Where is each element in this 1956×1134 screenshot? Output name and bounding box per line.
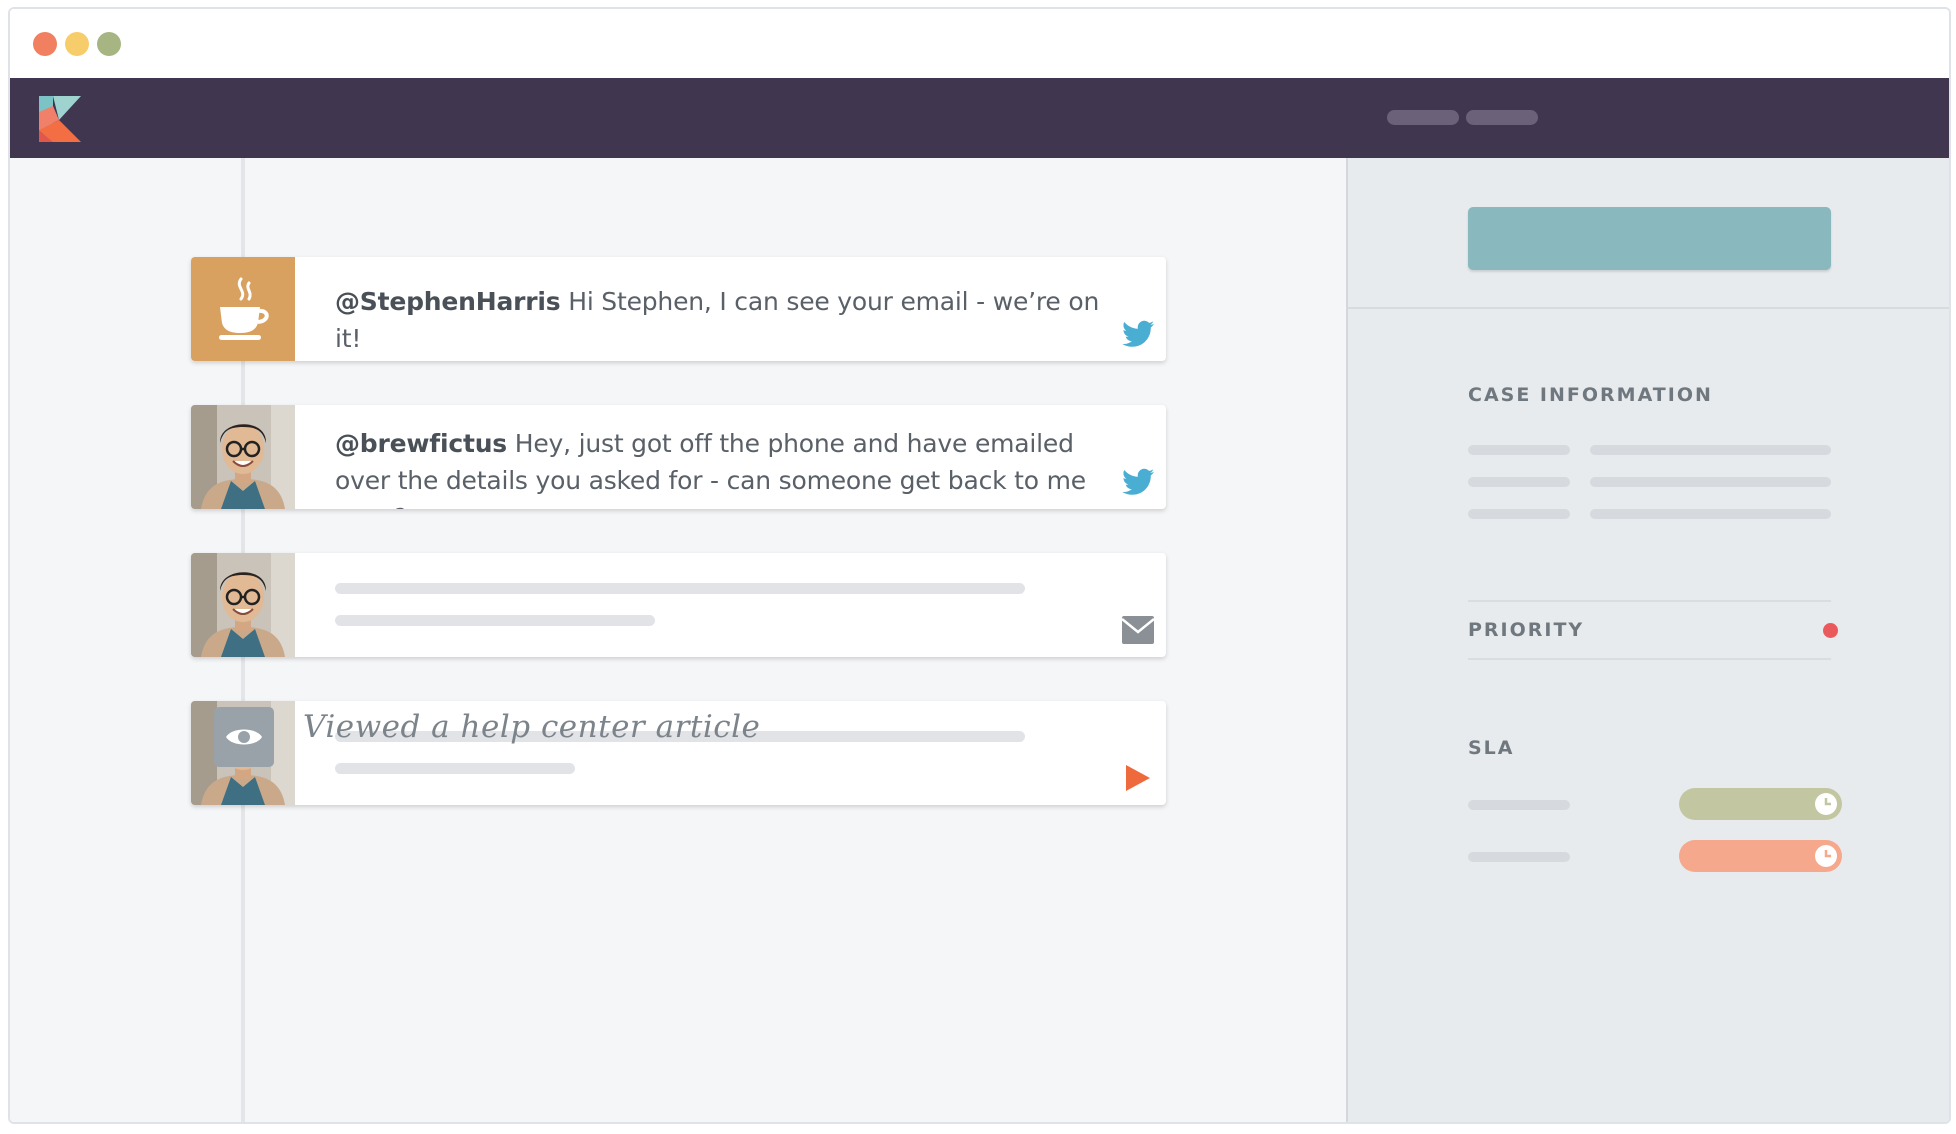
- timeline-item-message[interactable]: @brewfictus Hey, just got off the phone …: [191, 405, 1166, 509]
- kayako-k-logo[interactable]: [39, 96, 81, 142]
- play-icon[interactable]: [1122, 763, 1154, 793]
- field-value-placeholder[interactable]: [1590, 509, 1831, 519]
- maximize-window-button[interactable]: [97, 32, 121, 56]
- section-divider: [1468, 600, 1831, 602]
- sender-handle[interactable]: @StephenHarris: [335, 287, 561, 316]
- title-bar: [10, 9, 1949, 77]
- eye-icon: [214, 707, 274, 767]
- mail-icon: [1122, 616, 1154, 644]
- sidebar-divider: [1348, 307, 1949, 309]
- priority-label: PRIORITY: [1468, 619, 1585, 641]
- text-placeholder: [335, 615, 655, 626]
- field-label-placeholder: [1468, 509, 1570, 519]
- sla-label-placeholder: [1468, 852, 1570, 862]
- case-information-title: CASE INFORMATION: [1468, 384, 1713, 406]
- section-divider: [1468, 658, 1831, 660]
- sla-title: SLA: [1468, 737, 1515, 759]
- sla-label-placeholder: [1468, 800, 1570, 810]
- clock-icon: [1815, 845, 1837, 867]
- customer-avatar: [191, 405, 295, 509]
- message-text: @brewfictus Hey, just got off the phone …: [335, 425, 1106, 509]
- twitter-icon: [1122, 320, 1154, 347]
- case-sidebar: CASE INFORMATION PRIORITY SLA: [1346, 158, 1949, 1122]
- text-placeholder: [335, 583, 1025, 594]
- sla-timer-badge[interactable]: [1679, 840, 1842, 872]
- top-navigation-bar: [10, 78, 1949, 158]
- minimize-window-button[interactable]: [65, 32, 89, 56]
- sla-timer-badge[interactable]: [1679, 788, 1842, 820]
- nav-placeholder-2[interactable]: [1466, 110, 1538, 125]
- field-label-placeholder: [1468, 477, 1570, 487]
- timeline-item-email[interactable]: [191, 553, 1166, 657]
- twitter-icon: [1122, 468, 1154, 495]
- sender-handle[interactable]: @brewfictus: [335, 429, 507, 458]
- customer-avatar: [191, 553, 295, 657]
- nav-placeholder-1[interactable]: [1387, 110, 1459, 125]
- text-placeholder: [335, 763, 575, 774]
- field-value-placeholder[interactable]: [1590, 445, 1831, 455]
- app-window: @StephenHarris Hi Stephen, I can see you…: [8, 7, 1951, 1124]
- close-window-button[interactable]: [33, 32, 57, 56]
- field-value-placeholder[interactable]: [1590, 477, 1831, 487]
- primary-action-button[interactable]: [1468, 207, 1831, 270]
- timeline-item-reply[interactable]: @StephenHarris Hi Stephen, I can see you…: [191, 257, 1166, 361]
- activity-text: Viewed a help center article: [303, 709, 761, 745]
- message-text: @StephenHarris Hi Stephen, I can see you…: [335, 283, 1106, 357]
- coffee-cup-icon: [191, 257, 295, 361]
- priority-indicator[interactable]: [1823, 623, 1838, 638]
- clock-icon: [1815, 793, 1837, 815]
- field-label-placeholder: [1468, 445, 1570, 455]
